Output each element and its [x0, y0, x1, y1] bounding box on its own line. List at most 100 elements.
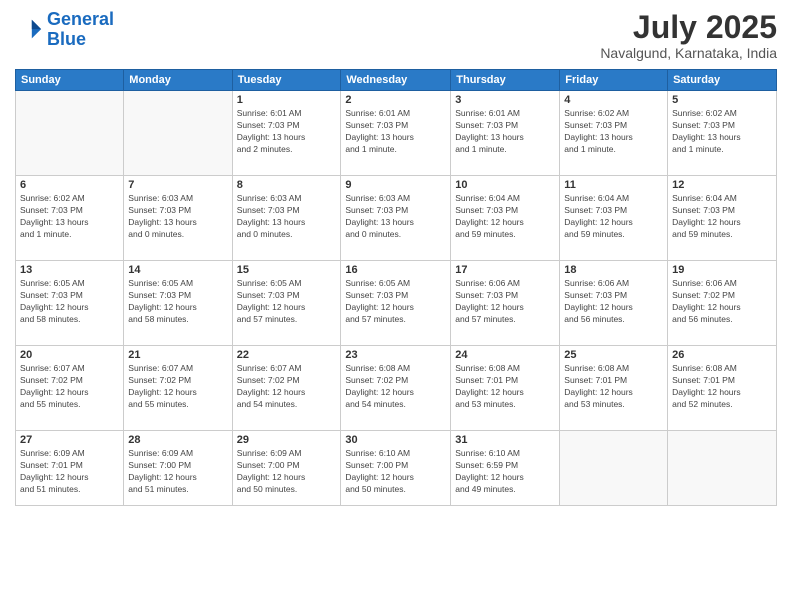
day-cell: [668, 431, 777, 506]
day-cell: 26 Sunrise: 6:08 AM Sunset: 7:01 PM Dayli…: [668, 346, 777, 431]
day-cell: 12 Sunrise: 6:04 AM Sunset: 7:03 PM Dayli…: [668, 176, 777, 261]
day-info: Sunrise: 6:05 AM Sunset: 7:03 PM Dayligh…: [20, 278, 119, 326]
day-number: 18: [564, 264, 663, 276]
day-number: 20: [20, 349, 119, 361]
day-number: 27: [20, 434, 119, 446]
day-info: Sunrise: 6:02 AM Sunset: 7:03 PM Dayligh…: [672, 108, 772, 156]
day-info: Sunrise: 6:01 AM Sunset: 7:03 PM Dayligh…: [237, 108, 337, 156]
day-cell: 13 Sunrise: 6:05 AM Sunset: 7:03 PM Dayli…: [16, 261, 124, 346]
day-number: 24: [455, 349, 555, 361]
day-cell: 4 Sunrise: 6:02 AM Sunset: 7:03 PM Daylig…: [560, 91, 668, 176]
day-info: Sunrise: 6:07 AM Sunset: 7:02 PM Dayligh…: [128, 363, 227, 411]
week-row-2: 13 Sunrise: 6:05 AM Sunset: 7:03 PM Dayli…: [16, 261, 777, 346]
day-cell: 11 Sunrise: 6:04 AM Sunset: 7:03 PM Dayli…: [560, 176, 668, 261]
day-cell: 16Sunrise: 6:05 AM Sunset: 7:03 PM Dayli…: [341, 261, 451, 346]
day-cell: 20Sunrise: 6:07 AM Sunset: 7:02 PM Dayli…: [16, 346, 124, 431]
day-number: 26: [672, 349, 772, 361]
week-row-4: 27 Sunrise: 6:09 AM Sunset: 7:01 PM Dayli…: [16, 431, 777, 506]
day-number: 15: [237, 264, 337, 276]
day-cell: 24 Sunrise: 6:08 AM Sunset: 7:01 PM Dayli…: [451, 346, 560, 431]
logo-icon: [15, 16, 43, 44]
day-cell: 23 Sunrise: 6:08 AM Sunset: 7:02 PM Dayli…: [341, 346, 451, 431]
day-info: Sunrise: 6:06 AM Sunset: 7:03 PM Dayligh…: [455, 278, 555, 326]
day-cell: [124, 91, 232, 176]
day-info: Sunrise: 6:05 AM Sunset: 7:03 PM Dayligh…: [237, 278, 337, 326]
day-info: Sunrise: 6:04 AM Sunset: 7:03 PM Dayligh…: [564, 193, 663, 241]
day-info: Sunrise: 6:08 AM Sunset: 7:01 PM Dayligh…: [455, 363, 555, 411]
day-number: 13: [20, 264, 119, 276]
header: General Blue July 2025 Navalgund, Karnat…: [15, 10, 777, 61]
day-cell: 7Sunrise: 6:03 AM Sunset: 7:03 PM Daylig…: [124, 176, 232, 261]
day-cell: 27 Sunrise: 6:09 AM Sunset: 7:01 PM Dayli…: [16, 431, 124, 506]
day-number: 12: [672, 179, 772, 191]
day-info: Sunrise: 6:01 AM Sunset: 7:03 PM Dayligh…: [455, 108, 555, 156]
day-cell: 8 Sunrise: 6:03 AM Sunset: 7:03 PM Daylig…: [232, 176, 341, 261]
day-number: 4: [564, 94, 663, 106]
day-cell: 10Sunrise: 6:04 AM Sunset: 7:03 PM Dayli…: [451, 176, 560, 261]
day-info: Sunrise: 6:03 AM Sunset: 7:03 PM Dayligh…: [237, 193, 337, 241]
day-number: 30: [345, 434, 446, 446]
day-number: 6: [20, 179, 119, 191]
day-number: 8: [237, 179, 337, 191]
day-number: 3: [455, 94, 555, 106]
location: Navalgund, Karnataka, India: [600, 45, 777, 61]
week-row-3: 20 Sunrise: 6:07 AM Sunset: 7:02 PM Dayli…: [16, 346, 777, 431]
day-cell: 6 Sunrise: 6:02 AM Sunset: 7:03 PM Daylig…: [16, 176, 124, 261]
day-number: 17: [455, 264, 555, 276]
page: General Blue July 2025 Navalgund, Karnat…: [0, 0, 792, 612]
day-number: 19: [672, 264, 772, 276]
day-cell: 15 Sunrise: 6:05 AM Sunset: 7:03 PM Dayli…: [232, 261, 341, 346]
day-info: Sunrise: 6:10 AM Sunset: 6:59 PM Dayligh…: [455, 448, 555, 496]
day-cell: 28Sunrise: 6:09 AM Sunset: 7:00 PM Dayli…: [124, 431, 232, 506]
day-info: Sunrise: 6:08 AM Sunset: 7:02 PM Dayligh…: [345, 363, 446, 411]
day-info: Sunrise: 6:02 AM Sunset: 7:03 PM Dayligh…: [564, 108, 663, 156]
day-info: Sunrise: 6:08 AM Sunset: 7:01 PM Dayligh…: [672, 363, 772, 411]
logo-blue: Blue: [47, 29, 86, 49]
day-info: Sunrise: 6:04 AM Sunset: 7:03 PM Dayligh…: [455, 193, 555, 241]
day-info: Sunrise: 6:03 AM Sunset: 7:03 PM Dayligh…: [345, 193, 446, 241]
day-cell: 3 Sunrise: 6:01 AM Sunset: 7:03 PM Daylig…: [451, 91, 560, 176]
day-cell: 29Sunrise: 6:09 AM Sunset: 7:00 PM Dayli…: [232, 431, 341, 506]
day-cell: 9 Sunrise: 6:03 AM Sunset: 7:03 PM Daylig…: [341, 176, 451, 261]
month-year: July 2025: [600, 10, 777, 45]
title-block: July 2025 Navalgund, Karnataka, India: [600, 10, 777, 61]
day-info: Sunrise: 6:05 AM Sunset: 7:03 PM Dayligh…: [128, 278, 227, 326]
day-cell: 31 Sunrise: 6:10 AM Sunset: 6:59 PM Dayli…: [451, 431, 560, 506]
day-info: Sunrise: 6:09 AM Sunset: 7:01 PM Dayligh…: [20, 448, 119, 496]
day-number: 9: [345, 179, 446, 191]
day-number: 7: [128, 179, 227, 191]
day-number: 14: [128, 264, 227, 276]
header-wednesday: Wednesday: [341, 70, 451, 91]
day-cell: 25Sunrise: 6:08 AM Sunset: 7:01 PM Dayli…: [560, 346, 668, 431]
header-friday: Friday: [560, 70, 668, 91]
day-cell: 19Sunrise: 6:06 AM Sunset: 7:02 PM Dayli…: [668, 261, 777, 346]
day-number: 23: [345, 349, 446, 361]
logo-text: General Blue: [47, 10, 114, 50]
day-info: Sunrise: 6:04 AM Sunset: 7:03 PM Dayligh…: [672, 193, 772, 241]
day-number: 31: [455, 434, 555, 446]
day-cell: 5 Sunrise: 6:02 AM Sunset: 7:03 PM Daylig…: [668, 91, 777, 176]
day-number: 29: [237, 434, 337, 446]
week-row-0: 1 Sunrise: 6:01 AM Sunset: 7:03 PM Daylig…: [16, 91, 777, 176]
day-info: Sunrise: 6:08 AM Sunset: 7:01 PM Dayligh…: [564, 363, 663, 411]
header-tuesday: Tuesday: [232, 70, 341, 91]
day-info: Sunrise: 6:02 AM Sunset: 7:03 PM Dayligh…: [20, 193, 119, 241]
header-thursday: Thursday: [451, 70, 560, 91]
day-number: 5: [672, 94, 772, 106]
day-number: 2: [345, 94, 446, 106]
day-cell: 1 Sunrise: 6:01 AM Sunset: 7:03 PM Daylig…: [232, 91, 341, 176]
header-monday: Monday: [124, 70, 232, 91]
day-number: 1: [237, 94, 337, 106]
day-cell: 22 Sunrise: 6:07 AM Sunset: 7:02 PM Dayli…: [232, 346, 341, 431]
day-cell: 14 Sunrise: 6:05 AM Sunset: 7:03 PM Dayli…: [124, 261, 232, 346]
week-row-1: 6 Sunrise: 6:02 AM Sunset: 7:03 PM Daylig…: [16, 176, 777, 261]
day-number: 22: [237, 349, 337, 361]
day-number: 21: [128, 349, 227, 361]
day-number: 11: [564, 179, 663, 191]
day-cell: 30Sunrise: 6:10 AM Sunset: 7:00 PM Dayli…: [341, 431, 451, 506]
header-row: SundayMondayTuesdayWednesdayThursdayFrid…: [16, 70, 777, 91]
day-cell: [560, 431, 668, 506]
logo: General Blue: [15, 10, 114, 50]
day-cell: 18Sunrise: 6:06 AM Sunset: 7:03 PM Dayli…: [560, 261, 668, 346]
day-info: Sunrise: 6:07 AM Sunset: 7:02 PM Dayligh…: [237, 363, 337, 411]
